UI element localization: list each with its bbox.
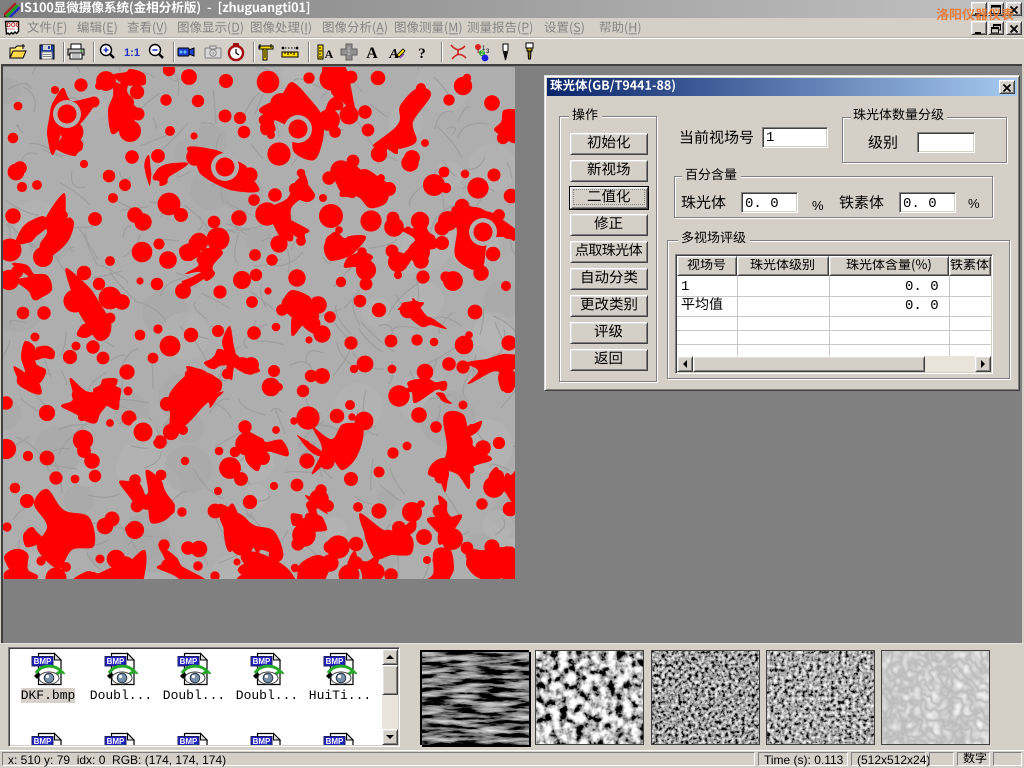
svg-text:BMP: BMP xyxy=(180,737,198,745)
svg-text:BMP: BMP xyxy=(326,737,344,745)
svg-text:1:1: 1:1 xyxy=(124,47,140,59)
svg-text:A: A xyxy=(325,47,334,61)
svg-text:BMP: BMP xyxy=(34,737,52,745)
svg-text:DOC: DOC xyxy=(7,23,21,29)
svg-text:BMP: BMP xyxy=(107,737,125,745)
svg-text:3: 3 xyxy=(486,49,490,55)
svg-text:A: A xyxy=(366,45,378,62)
svg-text:BMP: BMP xyxy=(253,737,271,745)
svg-text:?: ? xyxy=(418,46,426,62)
